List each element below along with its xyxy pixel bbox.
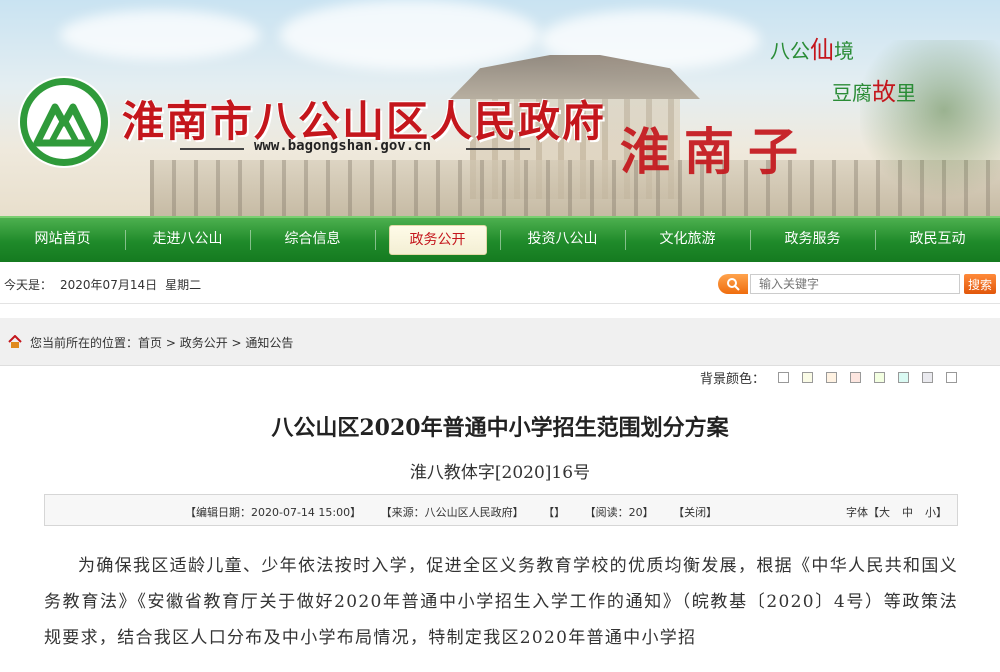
slogan-accent: 故: [872, 78, 896, 106]
nav-item-label: 文化旅游: [659, 231, 716, 247]
font-size-end: 】: [936, 506, 947, 519]
bgcolor-swatch-3[interactable]: [826, 372, 838, 383]
divider: [466, 148, 530, 150]
nav-item-investment[interactable]: 投资八公山: [500, 217, 625, 263]
nav-item-about[interactable]: 走进八公山: [125, 217, 250, 263]
bgcolor-swatch-8[interactable]: [946, 372, 958, 383]
bgcolor-label: 背景颜色：: [700, 372, 766, 387]
document-number: 淮八教体字[2020]16号: [409, 463, 591, 483]
nav-item-label: 综合信息: [284, 231, 341, 247]
nav-item-label: 政务公开: [388, 225, 487, 255]
font-size-label: 字体【: [846, 506, 879, 519]
home-icon: [8, 335, 22, 348]
nav-item-interaction[interactable]: 政民互动: [875, 217, 1000, 263]
search-button[interactable]: 搜索: [964, 274, 996, 294]
nav-item-general-info[interactable]: 综合信息: [250, 217, 375, 263]
trees-image: [860, 40, 1000, 216]
slogan-text: 境: [834, 39, 854, 63]
breadcrumb-trail: 您当前所在的位置：首页 > 政务公开 > 通知公告: [30, 334, 293, 351]
breadcrumb-gov-affairs[interactable]: 政务公开: [180, 336, 228, 350]
article-meta-bar: 【编辑日期：2020-07-14 15:00】 【来源：八公山区人民政府】 【】…: [44, 494, 958, 526]
nav-item-label: 网站首页: [34, 231, 91, 247]
slogan-tofu-hometown: 豆腐故里: [832, 72, 916, 107]
site-url: www.bagongshan.gov.cn: [254, 138, 432, 154]
slogan-text: 里: [896, 81, 916, 105]
date-text: 2020年07月14日: [60, 278, 158, 292]
breadcrumb-separator: >: [227, 336, 246, 350]
slogan-text: 八公: [770, 39, 810, 63]
font-size-control: 字体【大中小】: [846, 504, 947, 520]
bgcolor-swatch-7[interactable]: [922, 372, 934, 383]
nav-item-gov-services[interactable]: 政务服务: [750, 217, 875, 263]
weekday-text: 星期二: [165, 278, 202, 292]
site-logo[interactable]: [20, 78, 108, 166]
bgcolor-swatch-4[interactable]: [850, 372, 862, 383]
slogan-immortal-land: 八公仙境: [770, 30, 854, 65]
breadcrumb-notices[interactable]: 通知公告: [245, 336, 293, 350]
font-size-small[interactable]: 小: [925, 506, 936, 519]
today-label: 今天是：: [4, 278, 53, 292]
bgcolor-swatch-1[interactable]: [778, 372, 790, 383]
breadcrumb-separator: >: [162, 336, 180, 350]
breadcrumb: 您当前所在的位置：首页 > 政务公开 > 通知公告: [0, 318, 1000, 366]
article-meta-info: 【编辑日期：2020-07-14 15:00】 【来源：八公山区人民政府】 【】…: [185, 504, 733, 520]
breadcrumb-prefix: 您当前所在的位置：: [30, 336, 139, 350]
article-title: 八公山区2020年普通中小学招生范围划分方案: [271, 415, 729, 441]
date-search-bar: 今天是： 2020年07月14日星期二 搜索: [0, 262, 1000, 304]
today-date: 今天是： 2020年07月14日 星期二: [4, 276, 209, 293]
cloud-decoration: [60, 10, 260, 60]
close-link[interactable]: 【关闭】: [673, 506, 717, 519]
main-nav: 网站首页 走进八公山 综合信息 政务公开 投资八公山 文化旅游 政务服务 政民互…: [0, 216, 1000, 262]
background-color-picker: 背景颜色：: [700, 368, 958, 387]
bgcolor-swatch-6[interactable]: [898, 372, 910, 383]
article-source: 【来源：八公山区人民政府】: [380, 506, 524, 519]
search-input[interactable]: [750, 274, 960, 294]
search-icon[interactable]: [718, 274, 748, 294]
huainanzi-calligraphy: 淮南子: [620, 122, 812, 181]
nav-item-label: 政民互动: [909, 231, 966, 247]
mountain-logo-icon: [33, 103, 95, 147]
nav-item-home[interactable]: 网站首页: [0, 217, 125, 263]
nav-item-culture-tourism[interactable]: 文化旅游: [625, 217, 750, 263]
bgcolor-swatch-5[interactable]: [874, 372, 886, 383]
meta-empty-field: 【】: [543, 506, 566, 519]
site-url-row: www.bagongshan.gov.cn: [180, 138, 530, 158]
article-body: 为确保我区适龄儿童、少年依法按时入学，促进全区义务教育学校的优质均衡发展，根据《…: [44, 556, 958, 648]
font-size-medium[interactable]: 中: [902, 506, 913, 519]
nav-item-gov-affairs[interactable]: 政务公开: [375, 217, 500, 263]
slogan-accent: 仙: [810, 36, 834, 64]
slogan-text: 豆腐: [832, 81, 872, 105]
breadcrumb-home[interactable]: 首页: [138, 336, 162, 350]
font-size-large[interactable]: 大: [879, 506, 890, 519]
site-banner: 淮南市八公山区人民政府 www.bagongshan.gov.cn 淮南子 八公…: [0, 0, 1000, 216]
edit-date: 【编辑日期：2020-07-14 15:00】: [185, 506, 362, 519]
read-count: 【阅读：20】: [584, 506, 654, 519]
search-box: 搜索: [718, 273, 996, 295]
nav-item-label: 政务服务: [784, 231, 841, 247]
divider: [180, 148, 244, 150]
nav-item-label: 走进八公山: [152, 231, 223, 247]
bgcolor-swatch-2[interactable]: [802, 372, 814, 383]
nav-item-label: 投资八公山: [527, 231, 598, 247]
